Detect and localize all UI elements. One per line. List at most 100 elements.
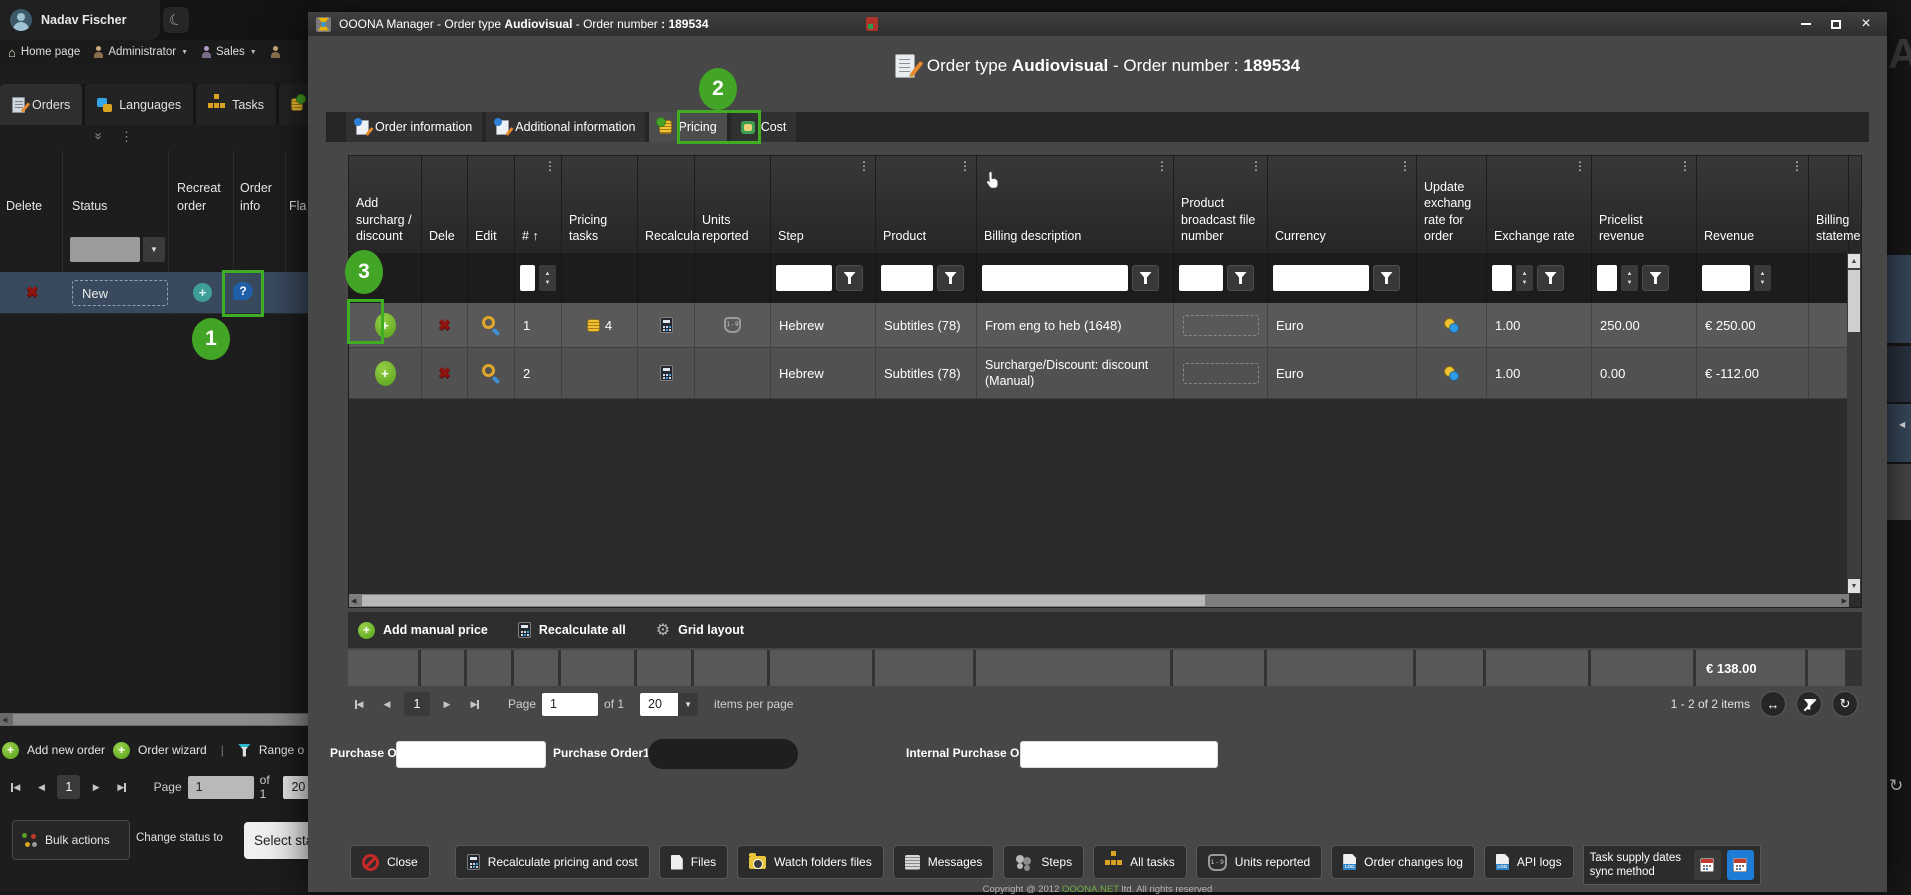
exchange-filter-input[interactable] (1492, 265, 1512, 291)
add-surcharge-icon[interactable]: + (375, 361, 396, 386)
close-button[interactable]: Close (350, 845, 430, 879)
column-menu-icon[interactable]: ⋮ (1250, 159, 1262, 175)
grid-layout-button[interactable]: ⚙ Grid layout (656, 620, 744, 640)
next-page-button[interactable]: ▶ (86, 776, 106, 798)
internal-po-input[interactable] (1020, 741, 1218, 768)
per-page-dropdown-button[interactable]: ▼ (678, 693, 698, 716)
recalculate-all-button[interactable]: Recalculate all (518, 622, 626, 638)
col-flag-cut[interactable]: Fla (289, 199, 306, 213)
spin-up-icon[interactable]: ▲ (1627, 271, 1633, 277)
col-status[interactable]: Status (72, 199, 107, 213)
exchange-filter-button[interactable] (1537, 265, 1564, 291)
pricing-row[interactable]: + ✖ 1 4 1 - 9 Hebrew Subtitles (78) From… (349, 303, 1861, 348)
add-manual-price-button[interactable]: + Add manual price (358, 622, 488, 639)
col-pricelist-revenue[interactable]: Pricelist revenue⋮ (1592, 156, 1697, 253)
scroll-left-icon[interactable]: ◀ (2, 716, 7, 724)
col-order-info-line1[interactable]: Order (240, 181, 272, 195)
sync-method-manual-button[interactable] (1694, 850, 1721, 880)
close-window-button[interactable]: × (1851, 12, 1881, 36)
steps-button[interactable]: Steps (1003, 845, 1084, 879)
add-new-order-button[interactable]: Add new order (27, 743, 105, 757)
broadcast-filter-button[interactable] (1227, 265, 1254, 291)
broadcast-filter-input[interactable] (1179, 265, 1223, 291)
status-filter-dropdown-button[interactable]: ▼ (143, 237, 165, 262)
refresh-icon[interactable]: ↻ (1889, 776, 1903, 796)
scrollbar-thumb[interactable] (362, 595, 1205, 606)
tab-order-information[interactable]: Order information (346, 112, 482, 142)
units-reported-cell[interactable]: 1 - 9 (695, 303, 771, 348)
recreate-order-button[interactable]: + (193, 283, 212, 302)
currency-filter-button[interactable] (1373, 265, 1400, 291)
order-changes-log-button[interactable]: LOG Order changes log (1331, 845, 1475, 879)
column-menu-icon[interactable]: ⋮ (120, 129, 133, 145)
col-update-exchange-rate[interactable]: Update exchang rate for order (1417, 156, 1487, 253)
refresh-button[interactable]: ↻ (1832, 691, 1858, 717)
scrollbar-thumb[interactable] (1848, 270, 1860, 332)
recalculate-cell[interactable] (638, 348, 695, 399)
column-menu-icon[interactable]: ⋮ (1679, 159, 1691, 175)
tab-orders[interactable]: Orders (0, 84, 82, 125)
billing-filter-input[interactable] (982, 265, 1128, 291)
watch-folders-files-button[interactable]: Watch folders files (737, 845, 884, 879)
column-menu-icon[interactable]: ⋮ (1791, 159, 1803, 175)
broadcast-file-field[interactable] (1183, 363, 1259, 384)
col-delete[interactable]: Dele (422, 156, 468, 253)
col-number[interactable]: # ↑⋮ (515, 156, 562, 253)
spin-up-icon[interactable]: ▲ (545, 271, 551, 277)
col-units-reported[interactable]: Units reported (695, 156, 771, 253)
spin-up-icon[interactable]: ▲ (1760, 271, 1766, 277)
tab-languages[interactable]: Languages (85, 84, 193, 125)
nav-home[interactable]: ⌂ Home page (8, 45, 80, 60)
billing-filter-button[interactable] (1132, 265, 1159, 291)
last-page-button[interactable]: ▶ (112, 776, 132, 798)
spin-down-icon[interactable]: ▼ (545, 280, 551, 286)
col-currency[interactable]: Currency⋮ (1268, 156, 1417, 253)
add-surcharge-cell[interactable]: + (349, 348, 422, 399)
recalculate-cell[interactable] (638, 303, 695, 348)
magnifier-icon[interactable] (482, 364, 495, 377)
col-recalculate[interactable]: Recalcula (638, 156, 695, 253)
calculator-icon[interactable] (660, 365, 673, 381)
step-filter-button[interactable] (836, 265, 863, 291)
calculator-icon[interactable] (660, 317, 673, 333)
minimize-button[interactable] (1791, 12, 1821, 36)
update-exchange-cell[interactable] (1417, 303, 1487, 348)
broadcast-file-cell[interactable] (1174, 348, 1268, 399)
select-all-icon[interactable]: » (92, 132, 107, 138)
units-reported-button[interactable]: 1 - 9 Units reported (1196, 845, 1322, 879)
current-page-button[interactable]: 1 (404, 692, 430, 716)
dialog-titlebar[interactable]: OOONA Manager - Order type Audiovisual -… (308, 12, 1887, 36)
recalculate-pricing-cost-button[interactable]: Recalculate pricing and cost (455, 845, 650, 879)
currency-filter-input[interactable] (1273, 265, 1369, 291)
pricelist-filter-button[interactable] (1642, 265, 1669, 291)
col-delete[interactable]: Delete (6, 199, 42, 213)
tab-additional-information[interactable]: Additional information (486, 112, 645, 142)
po1-input[interactable] (396, 741, 546, 768)
range-button[interactable]: Range o (259, 743, 304, 757)
edit-cell[interactable] (468, 348, 515, 399)
fit-columns-button[interactable]: ↔ (1760, 691, 1786, 717)
pricelist-spinner[interactable]: ▲▼ (1621, 265, 1638, 291)
bulk-actions-button[interactable]: Bulk actions (12, 820, 130, 860)
edit-cell[interactable] (468, 303, 515, 348)
per-page-value[interactable]: 20 (640, 693, 678, 716)
scroll-down-icon[interactable]: ▼ (1848, 579, 1860, 593)
page-input[interactable] (542, 693, 598, 716)
magnifier-icon[interactable] (482, 316, 495, 329)
scroll-up-icon[interactable]: ▲ (1848, 254, 1860, 268)
tab-tasks[interactable]: Tasks (196, 84, 276, 125)
items-per-page-dropdown[interactable]: 20 ▼ (640, 693, 698, 716)
user-chip[interactable]: Nadav Fischer (0, 0, 160, 40)
product-filter-input[interactable] (881, 265, 933, 291)
pricing-tasks-cell[interactable]: 4 (562, 303, 638, 348)
scroll-left-icon[interactable]: ◀ (351, 597, 356, 605)
prev-page-button[interactable]: ◀ (376, 693, 398, 715)
col-recreate-order-line1[interactable]: Recreat (177, 181, 221, 195)
page-input[interactable] (188, 776, 254, 799)
product-filter-button[interactable] (937, 265, 964, 291)
dark-mode-button[interactable]: ☾ (163, 7, 189, 33)
nav-sales[interactable]: Sales ▼ (202, 46, 257, 58)
spin-up-icon[interactable]: ▲ (1522, 271, 1528, 277)
first-page-button[interactable]: ◀ (348, 693, 370, 715)
all-tasks-button[interactable]: All tasks (1093, 845, 1187, 879)
